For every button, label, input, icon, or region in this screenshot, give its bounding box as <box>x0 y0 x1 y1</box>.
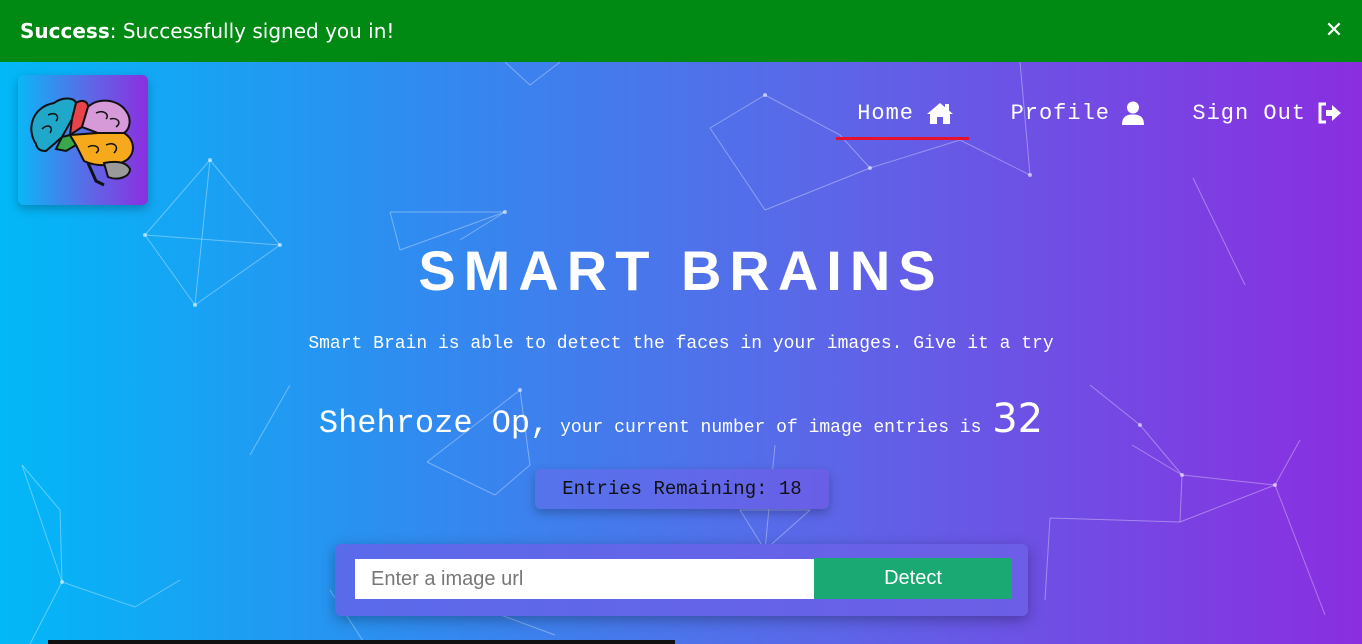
nav-home-label: Home <box>857 100 914 126</box>
sign-out-icon <box>1318 102 1341 124</box>
detect-button[interactable]: Detect <box>814 558 1012 599</box>
nav-profile[interactable]: Profile <box>1011 88 1144 138</box>
toast-message: : Successfully signed you in! <box>109 19 395 43</box>
brain-logo-icon <box>30 97 134 187</box>
image-url-form: Detect <box>335 544 1028 616</box>
entries-text: your current number of image entries is <box>549 418 993 438</box>
nav-sign-out[interactable]: Sign Out <box>1192 88 1342 138</box>
active-nav-underline <box>836 137 969 140</box>
image-url-input[interactable] <box>355 559 815 599</box>
success-toast: Success: Successfully signed you in! ✕ <box>0 0 1362 62</box>
page-title: SMART BRAINS <box>418 239 944 302</box>
user-entries-line: Shehroze Op, your current number of imag… <box>0 396 1362 442</box>
brain-logo[interactable] <box>18 75 148 205</box>
top-nav: Home Profile Sign Out <box>822 88 1342 138</box>
entries-remaining-badge: Entries Remaining: 18 <box>535 469 829 509</box>
nav-profile-label: Profile <box>1010 100 1110 126</box>
page-subtitle: Smart Brain is able to detect the faces … <box>308 334 1054 354</box>
entries-remaining-label: Entries Remaining: 18 <box>562 478 802 500</box>
user-name: Shehroze Op, <box>318 405 550 442</box>
user-icon <box>1122 101 1144 125</box>
close-icon[interactable]: ✕ <box>1322 18 1346 44</box>
home-icon <box>927 103 953 124</box>
nav-signout-label: Sign Out <box>1192 100 1306 126</box>
toast-label: Success <box>20 19 110 43</box>
entries-count: 32 <box>992 396 1044 442</box>
nav-home[interactable]: Home <box>857 88 954 138</box>
bottom-edge-bar <box>48 640 675 644</box>
